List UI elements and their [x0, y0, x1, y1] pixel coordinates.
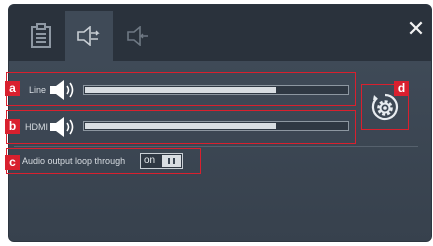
- tab-info[interactable]: [17, 11, 65, 61]
- annotation-marker-a: a: [5, 81, 20, 96]
- line-volume-fill: [85, 87, 277, 93]
- line-volume-slider[interactable]: [83, 85, 349, 95]
- hdmi-volume-fill: [85, 123, 277, 129]
- hdmi-label: HDMI: [25, 122, 48, 132]
- close-button[interactable]: ✕: [405, 19, 427, 41]
- speaker-output-icon: [77, 26, 100, 46]
- hdmi-volume-slider[interactable]: [83, 121, 349, 131]
- loop-through-toggle[interactable]: on: [140, 153, 183, 169]
- clipboard-icon: [31, 23, 51, 48]
- pause-bar-left: [168, 158, 170, 164]
- toggle-knob: [162, 155, 181, 167]
- reset-gear-icon[interactable]: [368, 90, 402, 124]
- annotation-marker-c: c: [5, 155, 20, 170]
- tab-audio-output[interactable]: [65, 11, 113, 61]
- line-label: Line: [28, 85, 46, 95]
- pause-bar-right: [173, 158, 175, 164]
- speaker-icon: [50, 117, 74, 137]
- tab-audio-input[interactable]: [115, 11, 163, 61]
- loop-through-label: Audio output loop through: [22, 156, 126, 166]
- toggle-state-text: on: [144, 155, 156, 166]
- section-divider: [14, 146, 418, 147]
- speaker-icon: [50, 80, 74, 100]
- annotation-marker-b: b: [5, 119, 20, 134]
- speaker-input-icon: [127, 26, 148, 46]
